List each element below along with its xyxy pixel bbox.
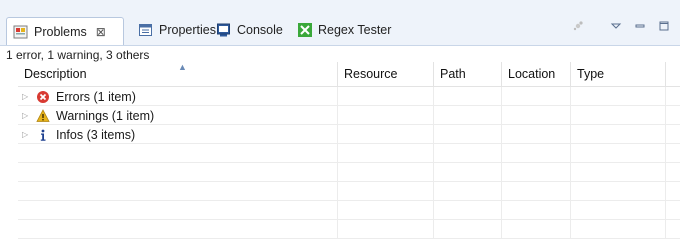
table-row-warnings[interactable]: ▷ Warnings (1 item) [18,106,680,125]
regex-tester-icon [297,22,313,38]
tab-bar-divider [0,45,680,46]
tab-problems[interactable]: Problems ⊠ [6,17,124,46]
cell-type [571,144,666,163]
cell-path [434,106,502,125]
cell-description [18,163,338,182]
cell-resource [338,163,434,182]
cell-path [434,163,502,182]
cell-path [434,220,502,239]
problems-summary: 1 error, 1 warning, 3 others [6,48,150,62]
row-content: ▷ Warnings (1 item) [22,106,154,125]
problems-table: Description ▲ Resource Path Location Typ… [18,62,680,242]
cell-path [434,201,502,220]
minimize-icon[interactable] [634,20,646,32]
cell-description: ▷ Errors (1 item) [18,87,338,106]
expand-arrow-icon[interactable]: ▷ [22,92,30,101]
problems-icon [13,24,29,40]
cell-type [571,220,666,239]
sort-ascending-icon: ▲ [178,62,187,72]
tab-regex-tester[interactable]: Regex Tester [297,18,391,42]
table-row-empty [18,201,680,220]
column-header-path[interactable]: Path [434,62,502,87]
cell-resource [338,182,434,201]
expand-arrow-icon[interactable]: ▷ [22,111,30,120]
cell-description [18,182,338,201]
cell-description: ▷ Infos (3 items) [18,125,338,144]
tab-console[interactable]: Console [216,18,283,42]
cell-resource [338,87,434,106]
tab-label: Problems [34,25,87,39]
cell-location [502,144,571,163]
column-header-resource[interactable]: Resource [338,62,434,87]
properties-icon [138,22,154,38]
view-tab-bar: Problems ⊠ Properties Console Regex Test… [0,0,680,46]
cell-location [502,182,571,201]
cell-resource [338,106,434,125]
column-header-location[interactable]: Location [502,62,571,87]
expand-arrow-icon[interactable]: ▷ [22,130,30,139]
table-row-empty [18,163,680,182]
cell-type [571,201,666,220]
cell-location [502,125,571,144]
info-icon [36,128,50,142]
cell-location [502,87,571,106]
cell-location [502,163,571,182]
cell-path [434,125,502,144]
row-label: Infos (3 items) [56,127,136,142]
error-icon [36,90,50,104]
cell-type [571,182,666,201]
cell-resource [338,144,434,163]
table-row-empty [18,220,680,239]
sparkle-icon[interactable] [572,20,584,32]
tab-label: Regex Tester [318,23,392,37]
tab-label: Console [237,23,283,37]
cell-resource [338,201,434,220]
cell-path [434,144,502,163]
cell-description: ▷ Warnings (1 item) [18,106,338,125]
cell-location [502,106,571,125]
cell-resource [338,125,434,144]
cell-resource [338,220,434,239]
table-header: Description ▲ Resource Path Location Typ… [18,62,680,87]
row-content: ▷ Errors (1 item) [22,87,136,106]
row-label: Errors (1 item) [56,89,136,104]
maximize-icon[interactable] [658,20,670,32]
column-label: Description [24,67,87,81]
table-row-empty [18,182,680,201]
close-icon[interactable]: ⊠ [96,25,106,39]
view-menu-icon[interactable] [610,20,622,32]
cell-description [18,201,338,220]
view-toolbar [572,20,670,32]
cell-type [571,106,666,125]
cell-description [18,144,338,163]
row-content: ▷ Infos (3 items) [22,125,135,144]
tab-label: Properties [159,23,216,37]
column-header-description[interactable]: Description ▲ [18,62,338,87]
cell-path [434,182,502,201]
tab-properties[interactable]: Properties [138,18,216,42]
table-row-errors[interactable]: ▷ Errors (1 item) [18,87,680,106]
column-header-type[interactable]: Type [571,62,666,87]
console-icon [216,22,232,38]
row-label: Warnings (1 item) [56,108,155,123]
cell-type [571,163,666,182]
table-row-empty [18,144,680,163]
cell-type [571,87,666,106]
cell-type [571,125,666,144]
cell-location [502,201,571,220]
cell-description [18,220,338,239]
cell-path [434,87,502,106]
table-row-infos[interactable]: ▷ Infos (3 items) [18,125,680,144]
cell-location [502,220,571,239]
warning-icon [36,108,50,123]
